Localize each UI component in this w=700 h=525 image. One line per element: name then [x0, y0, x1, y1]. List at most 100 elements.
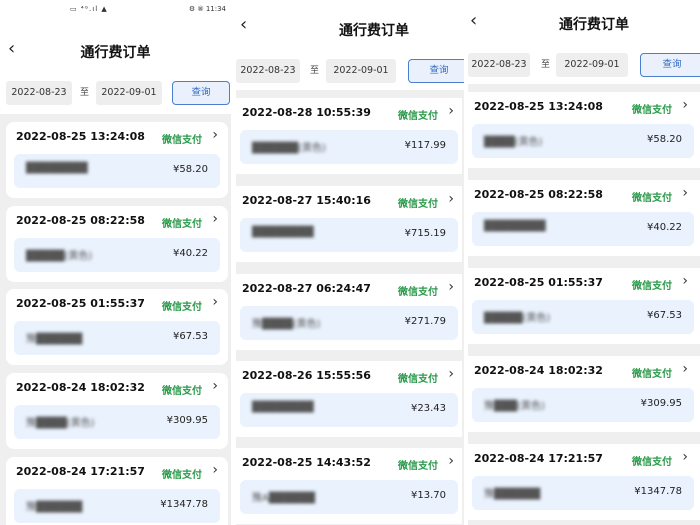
date-filter: 2022-08-23 至 2022-09-01 查询 [468, 46, 700, 84]
order-card[interactable]: 2022-08-25 13:24:08 微信支付 › ████(黄色) ¥58.… [468, 92, 700, 168]
order-card[interactable]: 2022-08-27 06:24:47 微信支付 › 豫████(黄色) ¥27… [236, 274, 462, 350]
order-card[interactable]: 2022-08-24 17:21:57 微信支付 › 豫██████ ¥1347… [468, 444, 700, 520]
order-detail: 豫████(黄色) ¥309.95 [14, 405, 220, 439]
payment-method: 微信支付 [398, 111, 438, 122]
to-label: 至 [541, 60, 551, 70]
order-time: 2022-08-25 14:43:52 [242, 456, 371, 469]
vehicle-plate: ████(黄色) [484, 137, 543, 148]
order-amount: ¥58.20 [647, 134, 682, 145]
vehicle-plate: 豫██████ [26, 502, 83, 513]
payment-method: 微信支付 [162, 219, 202, 230]
payment-method: 微信支付 [632, 105, 672, 116]
payment-method: 微信支付 [398, 461, 438, 472]
battery-clock: ⚙ ⑧ 11:34 [188, 5, 226, 13]
start-date-field[interactable]: 2022-08-23 [236, 59, 300, 83]
chevron-right-icon: › [448, 366, 454, 382]
chevron-right-icon: › [682, 97, 688, 113]
payment-method: 微信支付 [632, 193, 672, 204]
order-time: 2022-08-26 15:55:56 [242, 369, 371, 382]
order-detail: ████████ ¥715.19 [240, 218, 458, 252]
order-card[interactable]: 2022-08-27 15:40:16 微信支付 › ████████ ¥715… [236, 186, 462, 262]
chevron-right-icon: › [212, 378, 218, 394]
query-button[interactable]: 查询 [408, 59, 464, 83]
vehicle-plate: 豫███(黄色) [484, 401, 545, 412]
order-detail: ████████ ¥58.20 [14, 154, 220, 188]
chevron-right-icon: › [448, 453, 454, 469]
chevron-right-icon: › [682, 361, 688, 377]
vehicle-plate: 豫████(黄色) [252, 319, 321, 330]
order-detail: █████(黄色) ¥40.22 [14, 238, 220, 272]
order-time: 2022-08-24 18:02:32 [474, 364, 603, 377]
vehicle-plate: ██████(黄色) [252, 143, 326, 154]
chevron-right-icon: › [212, 462, 218, 478]
order-time: 2022-08-25 13:24:08 [474, 100, 603, 113]
order-card[interactable]: 2022-08-24 18:02:32 微信支付 › 豫███(黄色) ¥309… [468, 356, 700, 432]
order-amount: ¥309.95 [640, 398, 682, 409]
payment-method: 微信支付 [162, 135, 202, 146]
order-time: 2022-08-28 10:55:39 [242, 106, 371, 119]
order-card[interactable]: 2022-08-25 01:55:37 微信支付 › █████(黄色) ¥67… [468, 268, 700, 344]
order-detail: 豫A██████ ¥13.70 [240, 480, 458, 514]
order-amount: ¥1347.78 [160, 499, 208, 510]
order-detail: ████████ ¥40.22 [472, 212, 694, 246]
order-card[interactable]: 2022-08-25 08:22:58 微信支付 › █████(黄色) ¥40… [6, 206, 228, 282]
order-detail: 豫██████ ¥67.53 [14, 321, 220, 355]
order-detail: ████(黄色) ¥58.20 [472, 124, 694, 158]
start-date-field[interactable]: 2022-08-23 [468, 53, 530, 77]
signal-icon: ▭ ⁴ᴳ.ıl ▲ [70, 5, 108, 13]
vehicle-plate: 豫██████ [484, 489, 541, 500]
order-amount: ¥715.19 [404, 228, 446, 239]
order-amount: ¥58.20 [173, 164, 208, 175]
to-label: 至 [80, 88, 90, 98]
chevron-right-icon: › [212, 127, 218, 143]
vehicle-plate: ████████ [252, 402, 314, 413]
vehicle-plate: 豫████(黄色) [26, 418, 95, 429]
order-card[interactable]: 2022-08-28 10:55:39 微信支付 › ██████(黄色) ¥1… [236, 98, 462, 174]
chevron-right-icon: › [682, 273, 688, 289]
order-amount: ¥23.43 [411, 403, 446, 414]
order-amount: ¥67.53 [173, 331, 208, 342]
vehicle-plate: ████████ [252, 227, 314, 238]
back-arrow-icon[interactable]: ‹ [470, 12, 477, 30]
order-amount: ¥40.22 [647, 222, 682, 233]
order-time: 2022-08-27 15:40:16 [242, 194, 371, 207]
order-time: 2022-08-25 08:22:58 [16, 214, 145, 227]
vehicle-plate: 豫A██████ [252, 493, 315, 504]
payment-method: 微信支付 [398, 374, 438, 385]
order-screen-1: ▭ ⁴ᴳ.ıl ▲ ⚙ ⑧ 11:34 ‹ 通行费订单 2022-08-23 至… [0, 0, 231, 525]
order-card[interactable]: 2022-08-26 15:55:56 微信支付 › ████████ ¥23.… [236, 361, 462, 437]
order-time: 2022-08-24 17:21:57 [474, 452, 603, 465]
date-filter: 2022-08-23 至 2022-09-01 查询 [0, 74, 231, 114]
order-time: 2022-08-25 01:55:37 [16, 297, 145, 310]
end-date-field[interactable]: 2022-09-01 [96, 81, 162, 105]
order-amount: ¥67.53 [647, 310, 682, 321]
end-date-field[interactable]: 2022-09-01 [556, 53, 628, 77]
order-card[interactable]: 2022-08-25 08:22:58 微信支付 › ████████ ¥40.… [468, 180, 700, 256]
to-label: 至 [310, 66, 320, 76]
query-button[interactable]: 查询 [640, 53, 700, 77]
order-detail: ██████(黄色) ¥117.99 [240, 130, 458, 164]
order-time: 2022-08-24 18:02:32 [16, 381, 145, 394]
vehicle-plate: ████████ [26, 163, 88, 174]
order-card[interactable]: 2022-08-25 01:55:37 微信支付 › 豫██████ ¥67.5… [6, 289, 228, 365]
order-detail: 豫███(黄色) ¥309.95 [472, 388, 694, 422]
query-button[interactable]: 查询 [172, 81, 230, 105]
order-detail: █████(黄色) ¥67.53 [472, 300, 694, 334]
order-amount: ¥309.95 [166, 415, 208, 426]
vehicle-plate: █████(黄色) [484, 313, 551, 324]
header: ‹ 通行费订单 [0, 22, 231, 74]
end-date-field[interactable]: 2022-09-01 [326, 59, 396, 83]
order-amount: ¥1347.78 [634, 486, 682, 497]
order-time: 2022-08-27 06:24:47 [242, 282, 371, 295]
order-card[interactable]: 2022-08-24 18:02:32 微信支付 › 豫████(黄色) ¥30… [6, 373, 228, 449]
vehicle-plate: 豫██████ [26, 334, 83, 345]
order-amount: ¥13.70 [411, 490, 446, 501]
chevron-right-icon: › [448, 191, 454, 207]
date-filter: 2022-08-23 至 2022-09-01 查询 [236, 52, 464, 90]
start-date-field[interactable]: 2022-08-23 [6, 81, 72, 105]
order-detail: 豫████(黄色) ¥271.79 [240, 306, 458, 340]
order-card[interactable]: 2022-08-25 13:24:08 微信支付 › ████████ ¥58.… [6, 122, 228, 198]
order-card[interactable]: 2022-08-24 17:21:57 微信支付 › 豫██████ ¥1347… [6, 457, 228, 525]
order-card[interactable]: 2022-08-25 14:43:52 微信支付 › 豫A██████ ¥13.… [236, 448, 462, 524]
back-arrow-icon[interactable]: ‹ [240, 16, 247, 34]
